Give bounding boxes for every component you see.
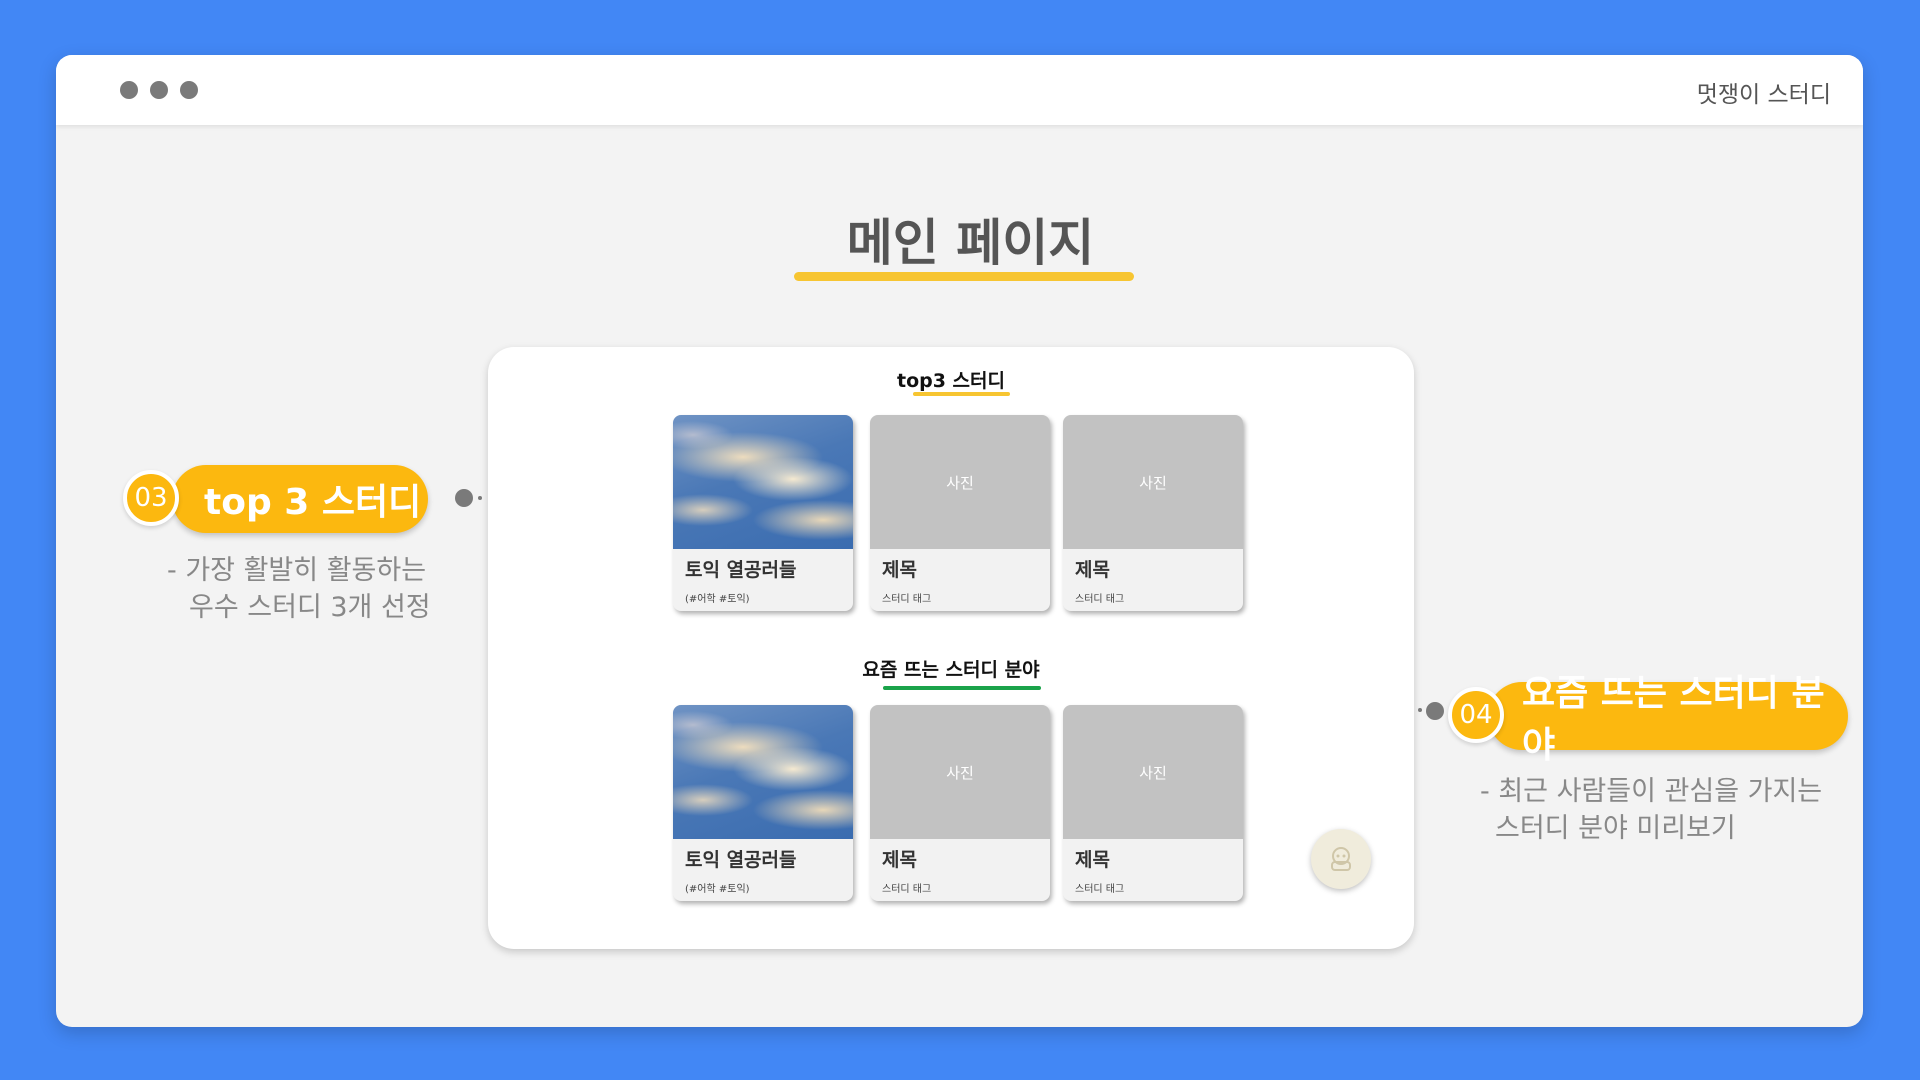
window-control-dot[interactable] [120,81,138,99]
chatbot-icon [1331,847,1351,871]
study-card[interactable]: 토익 열공러들 (#어학 #토익) [673,705,853,901]
app-name: 멋쟁이 스터디 [1696,82,1831,108]
chatbot-button[interactable] [1311,829,1371,889]
title-underline [794,272,1134,281]
card-title: 제목 [1075,559,1110,581]
study-photo [673,415,853,549]
callout-number-badge: 03 [123,470,179,526]
description-line: 스터디 분야 미리보기 [1495,813,1736,844]
study-card[interactable]: 사진 제목 스터디 태그 [870,415,1050,611]
card-title: 제목 [882,849,917,871]
photo-placeholder: 사진 [1063,705,1243,839]
window-control-dot[interactable] [180,81,198,99]
title-bar: 멋쟁이 스터디 [56,55,1863,125]
callout-label: 요즘 뜨는 스터디 분야 [1522,673,1825,766]
page-title: 메인 페이지 [846,214,1095,272]
section-underline [883,686,1041,690]
card-tag: 스터디 태그 [882,594,932,605]
card-tag: (#어학 #토익) [685,594,750,605]
study-photo [673,705,853,839]
connector-dot [455,489,473,507]
section-label-top3: top3 스터디 [896,370,1005,392]
card-tag: 스터디 태그 [1075,594,1125,605]
photo-placeholder: 사진 [1063,415,1243,549]
callout-pill-top3: top 3 스터디 [172,465,428,533]
callout-description: - 가장 활발히 활동하는 우수 스터디 3개 선정 [167,552,431,626]
description-line: - 최근 사람들이 관심을 가지는 [1480,776,1823,807]
description-line: 우수 스터디 3개 선정 [189,592,431,623]
connector-dot [478,496,482,500]
callout-pill-trending: 요즘 뜨는 스터디 분야 [1488,673,1848,766]
photo-placeholder: 사진 [870,705,1050,839]
section-label-trending: 요즘 뜨는 스터디 분야 [862,659,1040,681]
photo-placeholder: 사진 [870,415,1050,549]
section-underline [913,392,1010,396]
card-tag: (#어학 #토익) [685,884,750,895]
callout-number-badge: 04 [1448,687,1504,743]
main-preview-panel: top3 스터디 토익 열공러들 (#어학 #토익) 사진 제목 스터디 태그 … [488,347,1414,949]
study-card[interactable]: 사진 제목 스터디 태그 [870,705,1050,901]
card-title: 토익 열공러들 [685,849,797,871]
callout-label: top 3 스터디 [204,482,422,523]
card-title: 토익 열공러들 [685,559,797,581]
card-title: 제목 [882,559,917,581]
window-control-dot[interactable] [150,81,168,99]
study-card[interactable]: 사진 제목 스터디 태그 [1063,415,1243,611]
card-title: 제목 [1075,849,1110,871]
connector-dot [1426,702,1444,720]
study-card[interactable]: 사진 제목 스터디 태그 [1063,705,1243,901]
card-tag: 스터디 태그 [1075,884,1125,895]
connector-dot [1418,708,1422,712]
callout-description: - 최근 사람들이 관심을 가지는 스터디 분야 미리보기 [1480,773,1822,847]
study-card[interactable]: 토익 열공러들 (#어학 #토익) [673,415,853,611]
card-tag: 스터디 태그 [882,884,932,895]
description-line: - 가장 활발히 활동하는 [167,555,427,586]
